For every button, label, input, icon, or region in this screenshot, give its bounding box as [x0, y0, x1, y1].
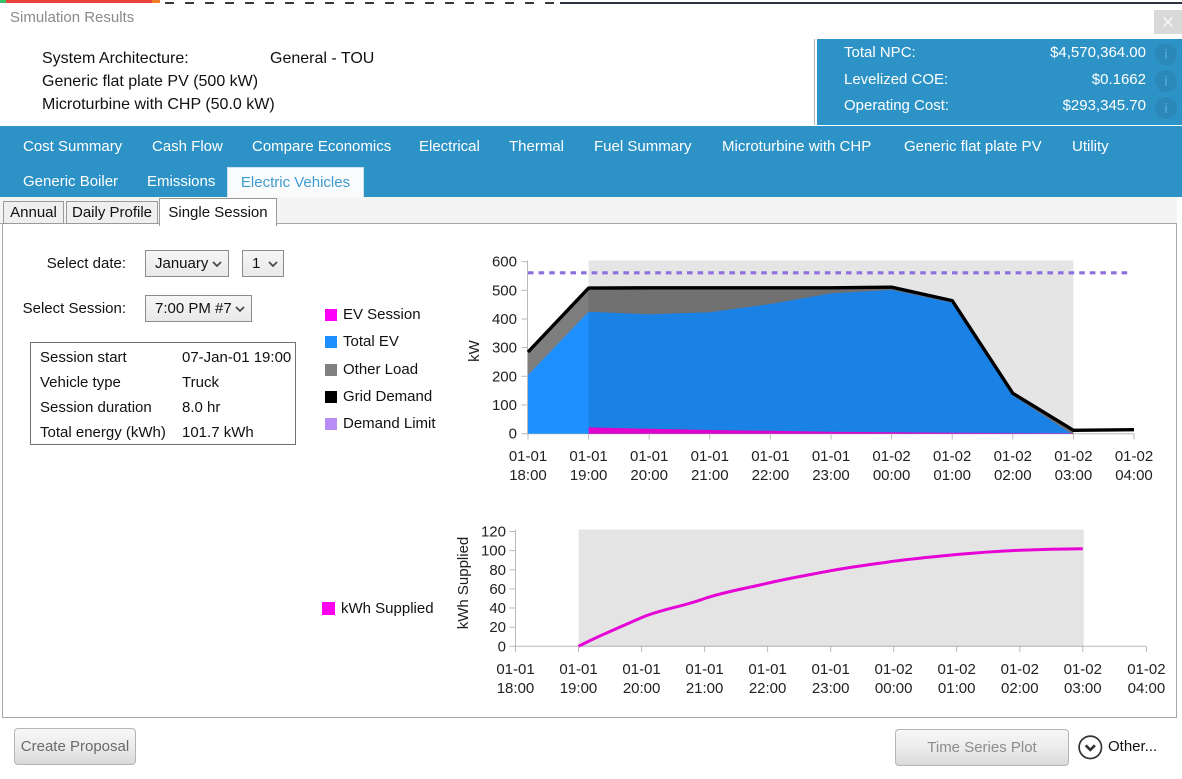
- svg-text:02:00: 02:00: [994, 467, 1032, 484]
- svg-text:01-01: 01-01: [691, 448, 729, 465]
- svg-text:01-02: 01-02: [938, 661, 976, 678]
- svg-text:600: 600: [492, 254, 517, 271]
- svg-text:01-02: 01-02: [1064, 661, 1102, 678]
- svg-text:kWh Supplied: kWh Supplied: [455, 537, 472, 630]
- svg-text:23:00: 23:00: [812, 467, 850, 484]
- svg-text:200: 200: [492, 368, 517, 385]
- svg-text:0: 0: [498, 638, 506, 655]
- svg-text:400: 400: [492, 311, 517, 328]
- svg-text:01-01: 01-01: [630, 448, 668, 465]
- svg-text:01-02: 01-02: [1127, 661, 1165, 678]
- svg-text:01-01: 01-01: [569, 448, 607, 465]
- svg-text:60: 60: [489, 581, 506, 598]
- svg-text:01-02: 01-02: [1001, 661, 1039, 678]
- svg-text:01-01: 01-01: [685, 661, 723, 678]
- svg-text:300: 300: [492, 340, 517, 357]
- svg-text:01-02: 01-02: [875, 661, 913, 678]
- svg-text:03:00: 03:00: [1055, 467, 1093, 484]
- svg-text:0: 0: [509, 426, 517, 443]
- svg-text:00:00: 00:00: [873, 467, 911, 484]
- svg-text:01-01: 01-01: [509, 448, 547, 465]
- svg-text:01-01: 01-01: [812, 661, 850, 678]
- svg-text:21:00: 21:00: [686, 680, 724, 697]
- svg-text:01:00: 01:00: [938, 680, 976, 697]
- svg-text:19:00: 19:00: [570, 467, 608, 484]
- svg-text:04:00: 04:00: [1128, 680, 1166, 697]
- svg-text:04:00: 04:00: [1115, 467, 1153, 484]
- svg-text:18:00: 18:00: [509, 467, 547, 484]
- svg-text:01-01: 01-01: [622, 661, 660, 678]
- svg-text:01:00: 01:00: [933, 467, 971, 484]
- svg-text:21:00: 21:00: [691, 467, 729, 484]
- svg-text:40: 40: [489, 600, 506, 617]
- svg-text:500: 500: [492, 282, 517, 299]
- svg-text:18:00: 18:00: [497, 680, 535, 697]
- svg-text:03:00: 03:00: [1064, 680, 1102, 697]
- svg-text:kW: kW: [466, 339, 483, 362]
- svg-text:20:00: 20:00: [623, 680, 661, 697]
- svg-text:00:00: 00:00: [875, 680, 913, 697]
- svg-text:01-01: 01-01: [559, 661, 597, 678]
- svg-text:01-02: 01-02: [1115, 448, 1153, 465]
- svg-text:01-01: 01-01: [751, 448, 789, 465]
- svg-text:20: 20: [489, 619, 506, 636]
- svg-text:01-02: 01-02: [933, 448, 971, 465]
- svg-text:100: 100: [492, 397, 517, 414]
- svg-text:120: 120: [481, 524, 506, 541]
- svg-text:02:00: 02:00: [1001, 680, 1039, 697]
- svg-text:01-02: 01-02: [872, 448, 910, 465]
- svg-text:01-01: 01-01: [812, 448, 850, 465]
- svg-text:01-01: 01-01: [748, 661, 786, 678]
- svg-text:01-01: 01-01: [496, 661, 534, 678]
- svg-text:01-02: 01-02: [994, 448, 1032, 465]
- svg-text:22:00: 22:00: [752, 467, 790, 484]
- svg-text:20:00: 20:00: [630, 467, 668, 484]
- svg-text:100: 100: [481, 543, 506, 560]
- svg-text:23:00: 23:00: [812, 680, 850, 697]
- svg-text:19:00: 19:00: [560, 680, 598, 697]
- svg-text:80: 80: [489, 562, 506, 579]
- svg-text:01-02: 01-02: [1054, 448, 1092, 465]
- svg-text:22:00: 22:00: [749, 680, 787, 697]
